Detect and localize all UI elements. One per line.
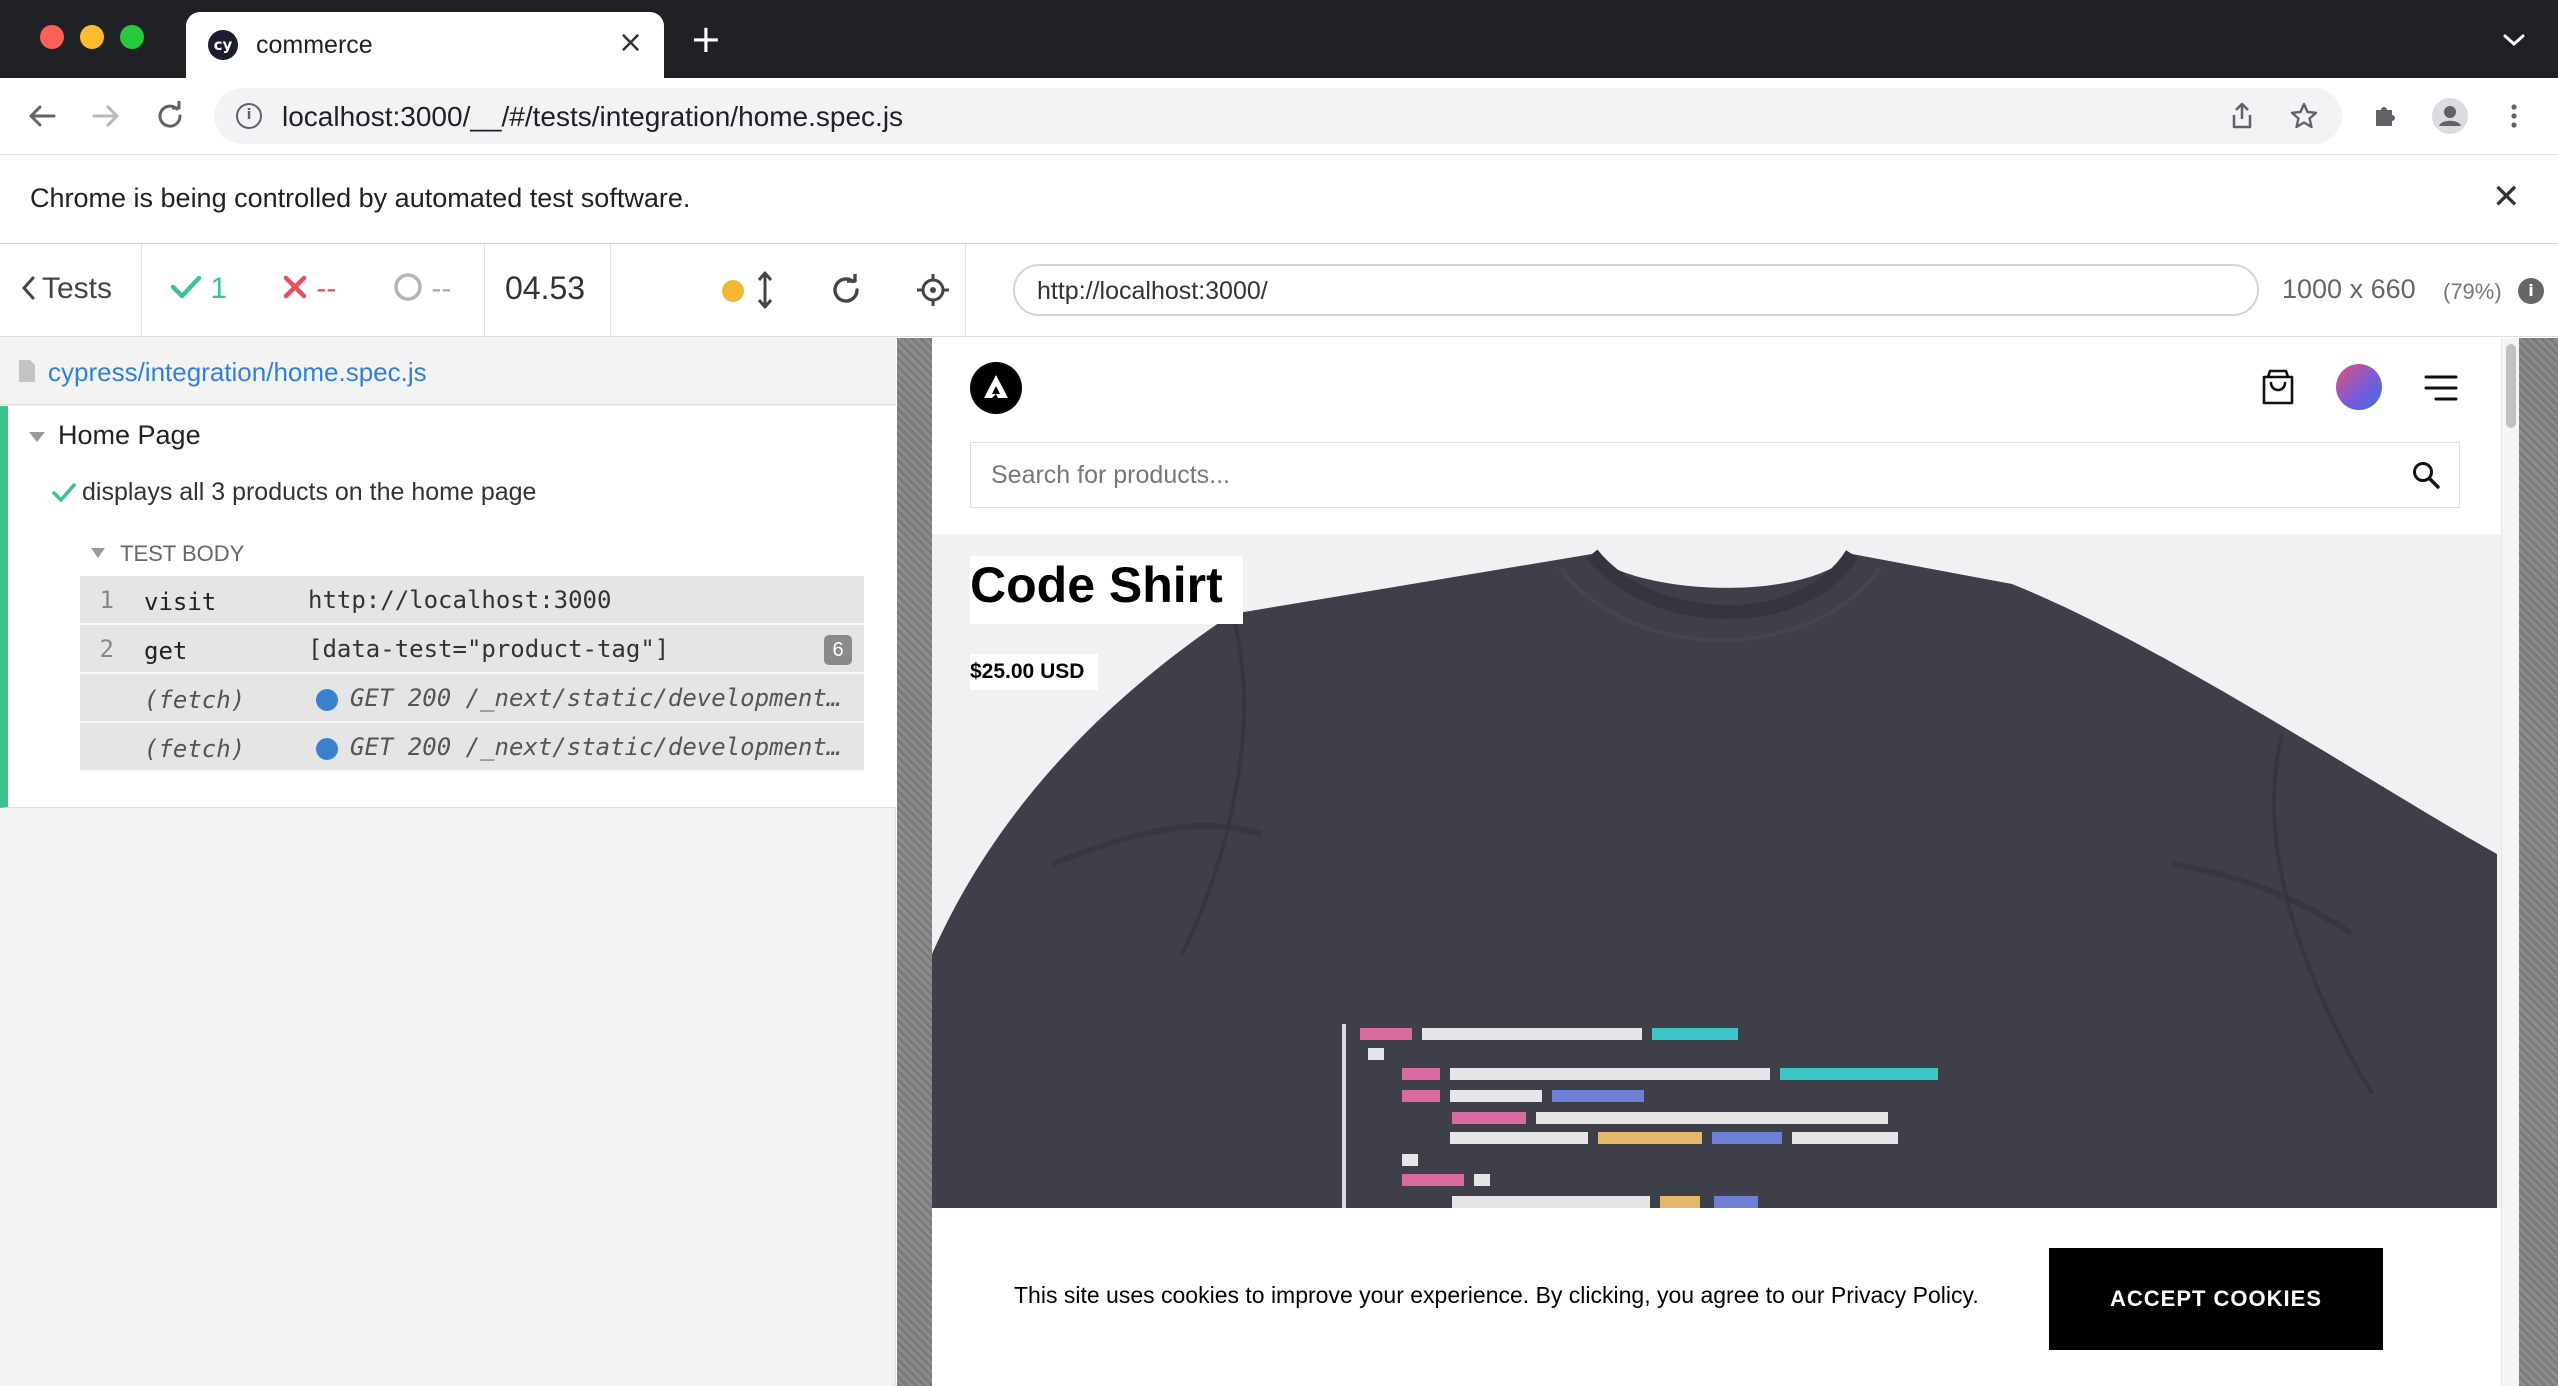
spec-file-link[interactable]: cypress/integration/home.spec.js [48,357,427,388]
window-minimize-button[interactable] [80,25,104,49]
scrollbar-thumb[interactable] [2506,344,2516,428]
browser-toolbar: i localhost:3000/__/#/tests/integration/… [0,78,2558,154]
address-url: localhost:3000/__/#/tests/integration/ho… [282,101,904,132]
window-close-button[interactable] [40,25,64,49]
element-count-badge: 6 [824,635,852,665]
back-arrow-icon[interactable] [24,98,60,134]
failed-count: -- [282,272,336,306]
reporter-header: Tests 1 -- -- 04.53 [0,244,896,337]
rerun-icon[interactable] [828,272,864,308]
app-iframe: Code Shirt $25.00 USD This site uses coo… [932,338,2519,1386]
pending-count: -- [393,272,451,306]
tests-back-button[interactable]: Tests [20,272,112,306]
spec-file-bar: cypress/integration/home.spec.js [0,337,896,405]
accept-cookies-button[interactable]: ACCEPT COOKIES [2049,1248,2383,1350]
tab-search-chevron-icon[interactable] [2500,30,2528,50]
cypress-favicon-icon: cy [208,30,238,60]
infobar-close-icon[interactable]: ✕ [2492,177,2521,217]
request-status-dot-icon [316,689,338,711]
selector-playground-crosshair-icon[interactable] [915,272,951,308]
command-log: 1 visit http://localhost:3000 2 get [dat… [80,576,864,772]
check-icon [170,275,202,299]
command-message: GET 200 /_next/static/development… [350,733,842,761]
failed-number: -- [316,272,337,305]
hamburger-menu-icon[interactable] [2424,374,2458,402]
auto-scroll-indicator-icon[interactable] [722,280,744,302]
aut-stage: Code Shirt $25.00 USD This site uses coo… [897,338,2558,1386]
shopping-bag-icon[interactable] [2260,368,2296,406]
command-name: (fetch) [144,686,246,714]
aut-header: http://localhost:3000/ 1000 x 660 (79%) … [897,244,2558,337]
file-icon [19,360,35,382]
command-row[interactable]: 2 get [data-test="product-tag"] 6 [80,625,864,674]
reload-icon[interactable] [152,98,188,134]
search-input[interactable] [971,443,2391,507]
viewport-size: 1000 x 660 [2282,274,2416,304]
product-price: $25.00 USD [970,654,1099,690]
command-row[interactable]: (fetch) GET 200 /_next/static/developmen… [80,674,864,723]
extensions-puzzle-icon[interactable] [2368,98,2404,134]
iframe-scrollbar[interactable] [2501,338,2519,1386]
browser-tab-bar: cy commerce × + [0,0,2558,78]
command-number: 2 [99,635,114,663]
cookie-banner: This site uses cookies to improve your e… [932,1208,2501,1386]
command-message: http://localhost:3000 [308,586,612,614]
profile-avatar-icon[interactable] [2432,98,2468,134]
run-duration: 04.53 [505,270,586,306]
test-body-caret-icon[interactable] [90,547,106,559]
store-logo-icon[interactable] [970,362,1022,414]
command-row[interactable]: 1 visit http://localhost:3000 [80,576,864,625]
test-passed-check-icon [52,483,76,502]
product-name[interactable]: Code Shirt [970,556,1243,624]
chevron-left-icon [21,276,35,300]
viewport-scale: (79%) [2443,279,2502,304]
cookie-message: This site uses cookies to improve your e… [1014,1282,1979,1308]
new-tab-button[interactable]: + [690,20,722,58]
forward-arrow-icon[interactable] [88,98,124,134]
pending-number: -- [431,272,452,305]
site-info-icon[interactable]: i [236,103,262,129]
product-hero[interactable]: Code Shirt $25.00 USD [932,534,2501,1208]
infobar-message: Chrome is being controlled by automated … [30,183,691,213]
test-title[interactable]: displays all 3 products on the home page [82,478,536,507]
search-icon[interactable] [2411,460,2441,490]
command-name: visit [144,588,217,616]
command-message: [data-test="product-tag"] [308,635,670,663]
tests-label: Tests [42,272,113,305]
aut-url-field[interactable]: http://localhost:3000/ [1013,264,2259,316]
auto-scroll-toggle-icon[interactable] [756,270,774,310]
test-body-label[interactable]: TEST BODY [120,541,244,567]
suite-title[interactable]: Home Page [58,420,201,451]
command-message: GET 200 /_next/static/development… [350,684,842,712]
tab-close-icon[interactable]: × [618,25,643,60]
passed-count: 1 [170,272,227,306]
share-icon[interactable] [2226,100,2258,132]
viewport-info-icon[interactable]: i [2518,278,2544,304]
window-zoom-button[interactable] [120,25,144,49]
address-bar[interactable]: i localhost:3000/__/#/tests/integration/… [214,88,2342,144]
command-name: (fetch) [144,735,246,763]
collapse-caret-icon[interactable] [28,430,46,444]
automation-infobar: Chrome is being controlled by automated … [0,154,2558,244]
product-search [970,442,2460,508]
browser-menu-kebab-icon[interactable] [2496,98,2532,134]
bookmark-star-icon[interactable] [2288,100,2320,132]
command-row[interactable]: (fetch) GET 200 /_next/static/developmen… [80,723,864,772]
cross-icon [283,275,307,299]
command-name: get [144,637,188,665]
tab-title: commerce [256,31,373,59]
cypress-reporter: Tests 1 -- -- 04.53 cypress/integration/… [0,244,896,1386]
request-status-dot-icon [316,738,338,760]
user-avatar[interactable] [2336,364,2382,410]
command-number: 1 [99,586,114,614]
browser-tab[interactable]: cy commerce × [186,12,664,78]
pending-circle-icon [394,273,422,301]
suite-home-page: Home Page displays all 3 products on the… [0,406,896,808]
passed-number: 1 [210,272,228,305]
code-shirt-image[interactable] [932,534,2501,1208]
